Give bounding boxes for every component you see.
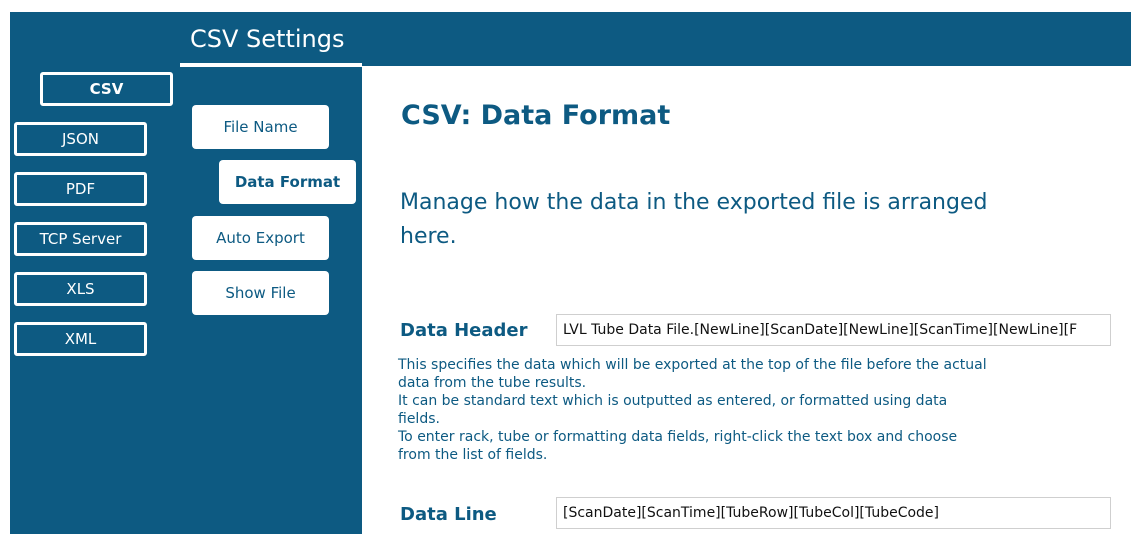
help-line: It can be standard text which is outputt… xyxy=(398,393,948,409)
format-tab-xls[interactable]: XLS xyxy=(14,272,147,306)
data-header-label: Data Header xyxy=(400,320,528,341)
help-line: from the list of fields. xyxy=(398,447,548,463)
section-heading: CSV: Data Format xyxy=(401,100,671,131)
subnav-file-name-button[interactable]: File Name xyxy=(192,105,329,149)
format-tab-json[interactable]: JSON xyxy=(14,122,147,156)
data-line-input[interactable]: [ScanDate][ScanTime][TubeRow][TubeCol][T… xyxy=(556,497,1111,529)
title-bar xyxy=(10,12,1131,66)
subnav-show-file-button[interactable]: Show File xyxy=(192,271,329,315)
help-line: data from the tube results. xyxy=(398,375,587,391)
format-tab-pdf[interactable]: PDF xyxy=(14,172,147,206)
section-description: Manage how the data in the exported file… xyxy=(400,190,988,249)
data-line-label: Data Line xyxy=(400,504,497,525)
help-line: fields. xyxy=(398,411,440,427)
format-tab-csv[interactable]: CSV xyxy=(40,72,173,106)
subnav-data-format-button[interactable]: Data Format xyxy=(219,160,356,204)
page-title: CSV Settings xyxy=(190,25,345,53)
data-header-input[interactable]: LVL Tube Data File.[NewLine][ScanDate][N… xyxy=(556,314,1111,346)
help-line: To enter rack, tube or formatting data f… xyxy=(398,429,958,445)
format-tab-tcp-server[interactable]: TCP Server xyxy=(14,222,147,256)
data-header-help: This specifies the data which will be ex… xyxy=(398,356,1058,464)
subnav-auto-export-button[interactable]: Auto Export xyxy=(192,216,329,260)
help-line: This specifies the data which will be ex… xyxy=(398,357,987,373)
format-tab-xml[interactable]: XML xyxy=(14,322,147,356)
